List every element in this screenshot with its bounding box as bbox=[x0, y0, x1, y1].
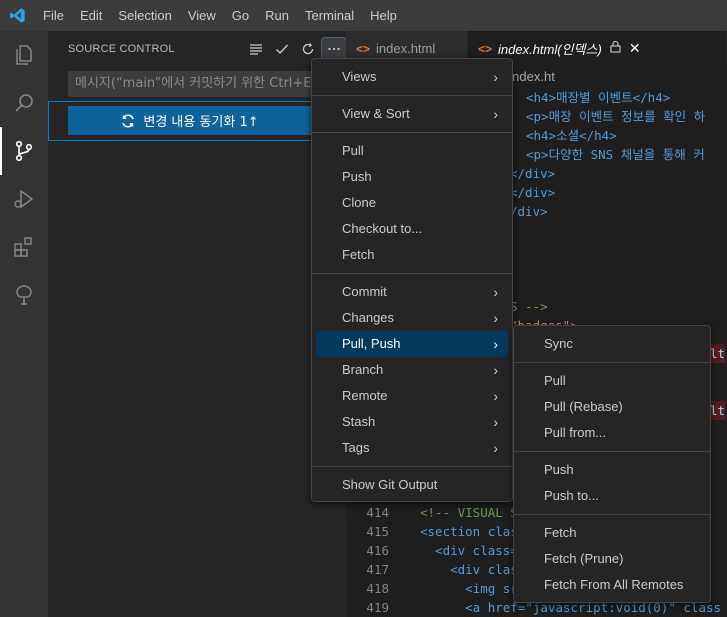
lock-icon bbox=[610, 40, 621, 56]
menu-item-views[interactable]: Views › bbox=[316, 64, 508, 90]
commit-message-input[interactable]: 메시지(“main”에서 커밋하기 위한 Ctrl+Enter) bbox=[68, 71, 338, 97]
menu-go[interactable]: Go bbox=[224, 0, 257, 31]
run-debug-icon[interactable] bbox=[0, 175, 48, 223]
more-actions-menu: Views › View & Sort › Pull Push Clone Chec… bbox=[311, 58, 513, 502]
html-file-icon: <> bbox=[478, 41, 493, 56]
menu-item-branch[interactable]: Branch › bbox=[316, 357, 508, 383]
source-control-icon[interactable] bbox=[0, 127, 48, 175]
commit-check-icon[interactable] bbox=[270, 38, 294, 60]
submenu-item-pull-from[interactable]: Pull from... bbox=[518, 420, 706, 446]
refresh-icon[interactable] bbox=[296, 38, 320, 60]
menu-item-stash[interactable]: Stash › bbox=[316, 409, 508, 435]
submenu-item-pull[interactable]: Pull bbox=[518, 368, 706, 394]
html-file-icon: <> bbox=[356, 41, 371, 56]
menu-separator bbox=[312, 95, 512, 96]
menu-item-commit[interactable]: Commit › bbox=[316, 279, 508, 305]
submenu-item-sync[interactable]: Sync bbox=[518, 331, 706, 357]
vscode-logo-icon bbox=[0, 0, 35, 31]
search-icon[interactable] bbox=[0, 79, 48, 127]
submenu-item-fetch[interactable]: Fetch bbox=[518, 520, 706, 546]
menu-separator bbox=[312, 466, 512, 467]
menu-edit[interactable]: Edit bbox=[72, 0, 110, 31]
submenu-item-fetch-prune[interactable]: Fetch (Prune) bbox=[518, 546, 706, 572]
view-as-list-icon[interactable] bbox=[244, 38, 268, 60]
pull-push-submenu: Sync Pull Pull (Rebase) Pull from... Pus… bbox=[513, 325, 711, 603]
menu-help[interactable]: Help bbox=[362, 0, 405, 31]
tree-view-icon[interactable] bbox=[0, 271, 48, 319]
menu-item-show-git-output[interactable]: Show Git Output bbox=[316, 472, 508, 498]
menu-item-changes[interactable]: Changes › bbox=[316, 305, 508, 331]
submenu-item-pull-rebase[interactable]: Pull (Rebase) bbox=[518, 394, 706, 420]
menu-separator bbox=[514, 514, 710, 515]
title-bar: File Edit Selection View Go Run Terminal… bbox=[0, 0, 727, 31]
sync-icon bbox=[122, 114, 135, 127]
menu-item-clone[interactable]: Clone bbox=[316, 190, 508, 216]
explorer-icon[interactable] bbox=[0, 31, 48, 79]
menu-terminal[interactable]: Terminal bbox=[297, 0, 362, 31]
sync-button-label: 변경 내용 동기화 1↑ bbox=[143, 115, 259, 130]
extensions-icon[interactable] bbox=[0, 223, 48, 271]
close-icon[interactable]: ✕ bbox=[629, 40, 641, 57]
submenu-item-fetch-all-remotes[interactable]: Fetch From All Remotes bbox=[518, 572, 706, 598]
menu-item-fetch[interactable]: Fetch bbox=[316, 242, 508, 268]
menu-run[interactable]: Run bbox=[257, 0, 297, 31]
sidebar-title: SOURCE CONTROL bbox=[68, 42, 175, 55]
menu-item-push[interactable]: Push bbox=[316, 164, 508, 190]
menu-item-checkout[interactable]: Checkout to... bbox=[316, 216, 508, 242]
submenu-item-push[interactable]: Push bbox=[518, 457, 706, 483]
menu-item-view-sort[interactable]: View & Sort › bbox=[316, 101, 508, 127]
menu-separator bbox=[514, 451, 710, 452]
menu-view[interactable]: View bbox=[180, 0, 224, 31]
menu-separator bbox=[514, 362, 710, 363]
menu-selection[interactable]: Selection bbox=[110, 0, 179, 31]
activity-bar bbox=[0, 31, 48, 617]
sync-button-container: 변경 내용 동기화 1↑ bbox=[48, 101, 346, 141]
tab-label: index.html bbox=[376, 41, 436, 56]
menu-item-remote[interactable]: Remote › bbox=[316, 383, 508, 409]
menu-file[interactable]: File bbox=[35, 0, 72, 31]
menu-item-pull-push[interactable]: Pull, Push › bbox=[316, 331, 508, 357]
menu-separator bbox=[312, 132, 512, 133]
menu-bar: File Edit Selection View Go Run Terminal… bbox=[35, 0, 405, 31]
menu-separator bbox=[312, 273, 512, 274]
source-control-sidebar: SOURCE CONTROL 메시지(“main”에서 커밋하기 위한 Ctrl… bbox=[48, 31, 347, 617]
menu-item-tags[interactable]: Tags › bbox=[316, 435, 508, 461]
tab-label: index.html(인덱스) bbox=[498, 42, 602, 57]
more-actions-icon[interactable] bbox=[321, 36, 347, 61]
menu-item-pull[interactable]: Pull bbox=[316, 138, 508, 164]
sync-changes-button[interactable]: 변경 내용 동기화 1↑ bbox=[68, 106, 312, 135]
submenu-item-push-to[interactable]: Push to... bbox=[518, 483, 706, 509]
